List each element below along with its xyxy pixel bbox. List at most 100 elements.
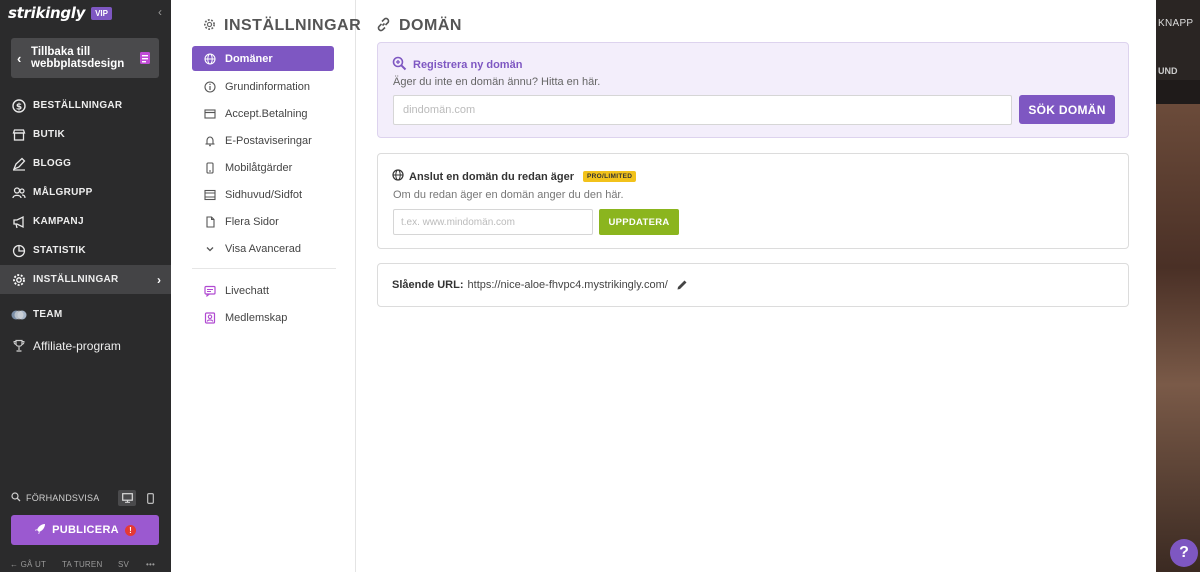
bell-icon <box>204 135 216 147</box>
site-url-label: Slående URL: <box>392 279 464 291</box>
sidebar-item-orders[interactable]: $ BESTÄLLNINGAR <box>0 91 171 120</box>
tab-label: Domäner <box>225 52 273 65</box>
domain-settings-panel: DOMÄN Registrera ny domän Äger du inte e… <box>356 0 1156 572</box>
sidebar-item-blog[interactable]: BLOGG <box>0 149 171 178</box>
link-icon <box>376 17 391 35</box>
publish-button[interactable]: PUBLICERA ! <box>11 515 159 545</box>
pro-limited-badge: PRO/LIMITED <box>583 171 637 182</box>
settings-header: INSTÄLLNINGAR <box>203 17 361 35</box>
tab-basic-info[interactable]: Grundinformation <box>192 73 334 100</box>
tab-label: Grundinformation <box>225 80 310 93</box>
pages-icon <box>204 215 216 228</box>
collapse-sidebar-icon[interactable]: ‹ <box>154 5 166 19</box>
preview-band-bg <box>1156 80 1200 104</box>
tab-email-notifications[interactable]: E-Postaviseringar <box>192 127 334 154</box>
preview-label[interactable]: FÖRHANDSVISA <box>26 493 113 503</box>
sidebar-item-label: TEAM <box>33 309 63 320</box>
tab-label: Mobilåtgärder <box>225 161 293 174</box>
section-header: DOMÄN <box>376 17 462 35</box>
language-link[interactable]: SV <box>118 560 146 569</box>
back-to-design-button[interactable]: ‹ Tillbaka till webbplatsdesign <box>11 38 159 78</box>
tab-label: Accept.Betalning <box>225 107 308 120</box>
sidebar-item-label: MÅLGRUPP <box>33 187 93 198</box>
update-domain-button[interactable]: UPPDATERA <box>599 209 679 235</box>
tab-label: Flera Sidor <box>225 215 279 228</box>
svg-text:$: $ <box>16 102 22 112</box>
site-preview-strip: KNAPP UND ? <box>1156 0 1200 572</box>
design-page-icon <box>139 51 151 65</box>
sidebar-item-label: INSTÄLLNINGAR <box>33 274 119 285</box>
brand: strikingly VIP <box>8 4 112 22</box>
sidebar-item-settings[interactable]: INSTÄLLNINGAR › <box>0 265 171 294</box>
tab-label: Livechatt <box>225 284 270 297</box>
site-url-value: https://nice-aloe-fhvpc4.mystrikingly.co… <box>467 279 668 291</box>
chevron-left-icon: ‹ <box>17 50 22 66</box>
tab-live-chat[interactable]: Livechatt <box>192 277 334 304</box>
pen-icon <box>11 156 27 172</box>
dollar-icon: $ <box>11 98 27 114</box>
tab-label: Medlemskap <box>225 311 288 324</box>
section-title: DOMÄN <box>399 17 462 34</box>
desktop-preview-icon[interactable] <box>118 490 136 506</box>
chevron-right-icon: › <box>157 272 161 287</box>
card-icon <box>204 108 216 120</box>
sidebar-item-label: STATISTIK <box>33 245 86 256</box>
tab-domains[interactable]: Domäner <box>192 46 334 71</box>
sidebar-item-label: Affiliate-program <box>33 338 121 353</box>
search-icon <box>11 491 21 505</box>
preview-button-text: KNAPP <box>1158 18 1194 29</box>
search-domain-icon <box>392 56 407 74</box>
tab-membership[interactable]: Medlemskap <box>192 304 334 331</box>
tab-label: E-Postaviseringar <box>225 134 312 147</box>
settings-nav-column: INSTÄLLNINGAR Domäner Grundinformation A… <box>171 0 361 572</box>
logout-link[interactable]: ← GÅ UT <box>10 560 62 569</box>
tab-label: Visa Avancerad <box>225 242 302 255</box>
register-domain-header: Registrera ny domän <box>392 56 522 74</box>
settings-nav: Domäner Grundinformation Accept.Betalnin… <box>192 46 336 331</box>
sidebar-item-team[interactable]: TEAM <box>0 300 171 329</box>
sidebar-item-campaign[interactable]: KAMPANJ <box>0 207 171 236</box>
custom-domain-input[interactable] <box>393 209 593 235</box>
tour-link[interactable]: TA TUREN <box>62 560 118 569</box>
sidebar-item-audience[interactable]: MÅLGRUPP <box>0 178 171 207</box>
help-button[interactable]: ? <box>1170 539 1198 567</box>
more-menu-icon[interactable]: ••• <box>146 560 155 569</box>
logout-label: GÅ UT <box>20 559 47 569</box>
sidebar-item-label: BUTIK <box>33 129 66 140</box>
trophy-icon <box>11 338 27 354</box>
gear-icon <box>11 272 27 288</box>
site-url-card: Slående URL: https://nice-aloe-fhvpc4.my… <box>377 263 1129 307</box>
rocket-icon <box>34 523 46 538</box>
domain-search-input[interactable] <box>393 95 1012 125</box>
team-icon <box>11 307 27 323</box>
sidebar-item-store[interactable]: BUTIK <box>0 120 171 149</box>
sidebar-item-affiliate[interactable]: Affiliate-program <box>0 331 171 360</box>
register-domain-title: Registrera ny domän <box>413 59 523 71</box>
gear-icon <box>203 18 216 34</box>
tab-multiple-pages[interactable]: Flera Sidor <box>192 208 334 235</box>
audience-icon <box>11 185 27 201</box>
brand-logo: strikingly <box>8 4 86 22</box>
tab-show-advanced[interactable]: Visa Avancerad <box>192 235 334 262</box>
editor-sidebar: strikingly VIP ‹ ‹ Tillbaka till webbpla… <box>0 0 171 572</box>
layout-icon <box>204 189 216 201</box>
register-domain-subtitle: Äger du inte en domän ännu? Hitta en här… <box>393 76 601 88</box>
tab-payment[interactable]: Accept.Betalning <box>192 100 334 127</box>
store-icon <box>11 127 27 143</box>
search-domain-button[interactable]: SÖK DOMÄN <box>1019 95 1115 124</box>
info-icon <box>204 80 216 93</box>
tab-mobile-actions[interactable]: Mobilåtgärder <box>192 154 334 181</box>
connect-domain-subtitle: Om du redan äger en domän anger du den h… <box>393 189 624 201</box>
site-url-row: Slående URL: https://nice-aloe-fhvpc4.my… <box>392 279 688 291</box>
sidebar-nav: $ BESTÄLLNINGAR BUTIK BLOGG MÅLGRUPP KAM… <box>0 91 171 360</box>
connect-domain-title: Anslut en domän du redan äger <box>409 170 575 183</box>
edit-pencil-icon[interactable] <box>676 279 688 291</box>
mobile-preview-icon[interactable] <box>141 490 159 506</box>
globe-icon <box>204 52 216 65</box>
tab-header-footer[interactable]: Sidhuvud/Sidfot <box>192 181 334 208</box>
sidebar-item-label: BESTÄLLNINGAR <box>33 100 123 111</box>
chevron-down-icon <box>204 243 216 255</box>
connect-domain-card: Anslut en domän du redan äger PRO/LIMITE… <box>377 153 1129 249</box>
sidebar-item-statistics[interactable]: STATISTIK <box>0 236 171 265</box>
pie-chart-icon <box>11 243 27 259</box>
